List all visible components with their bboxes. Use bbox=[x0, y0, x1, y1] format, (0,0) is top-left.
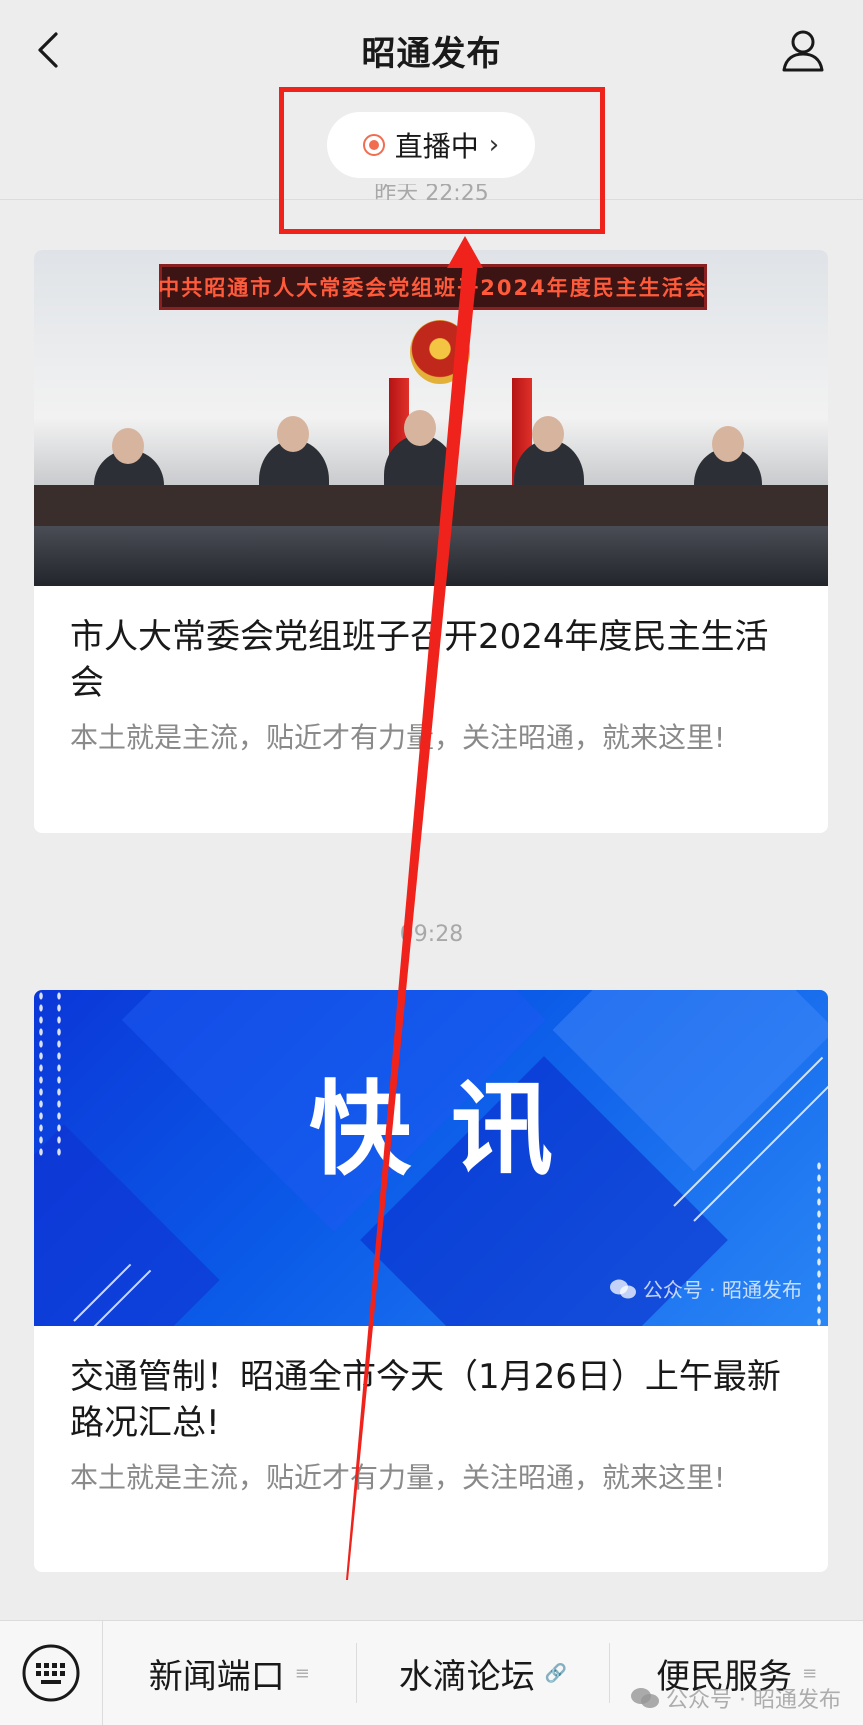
cover-headline: 快讯 bbox=[309, 1071, 593, 1190]
wechat-icon bbox=[631, 1688, 660, 1708]
timestamp: 09:28 bbox=[399, 922, 464, 947]
foreground-audience bbox=[34, 526, 828, 586]
person-head bbox=[112, 428, 144, 464]
keyboard-toggle-button[interactable] bbox=[0, 1620, 103, 1725]
cover-banner: 中共昭通市人大常委会党组班子2024年度民主生活会 bbox=[158, 264, 707, 310]
menu-water-forum[interactable]: 水滴论坛 🔗 bbox=[357, 1643, 611, 1703]
menu-news-port[interactable]: 新闻端口 ≡ bbox=[103, 1643, 357, 1703]
watermark-text: 公众号 · 昭通发布 bbox=[642, 1278, 802, 1302]
person-head bbox=[712, 426, 744, 462]
menu-label: 水滴论坛 bbox=[398, 1656, 535, 1697]
cover-watermark: 公众号 · 昭通发布 bbox=[609, 1274, 802, 1303]
list-icon: ≡ bbox=[802, 1662, 818, 1684]
person-head bbox=[404, 410, 436, 446]
article-cover-image: 快讯 公众号 · 昭通发布 bbox=[34, 990, 828, 1326]
menu-label: 新闻端口 bbox=[148, 1656, 285, 1697]
keyboard-icon bbox=[22, 1644, 80, 1702]
article-cover-image: 中共昭通市人大常委会党组班子2024年度民主生活会 bbox=[34, 250, 828, 586]
article-card[interactable]: 快讯 公众号 · 昭通发布 交通管制！昭通全市今天（1月26日）上午最新路况汇总… bbox=[34, 990, 828, 1572]
bottom-watermark: 公众号 · 昭通发布 bbox=[630, 1682, 841, 1714]
live-indicator-icon bbox=[362, 134, 385, 156]
article-title: 市人大常委会党组班子召开2024年度民主生活会 bbox=[70, 617, 769, 703]
person-head bbox=[532, 416, 564, 452]
link-icon: 🔗 bbox=[544, 1662, 568, 1684]
article-description: 本土就是主流，贴近才有力量，关注昭通，就来这里! bbox=[70, 1461, 726, 1494]
article-description: 本土就是主流，贴近才有力量，关注昭通，就来这里! bbox=[70, 721, 726, 754]
person-icon bbox=[782, 30, 824, 72]
watermark-text: 公众号 · 昭通发布 bbox=[666, 1688, 841, 1713]
article-title: 交通管制！昭通全市今天（1月26日）上午最新路况汇总! bbox=[70, 1357, 781, 1443]
chevron-right-icon: › bbox=[488, 130, 500, 160]
list-icon: ≡ bbox=[294, 1662, 310, 1684]
page-title: 昭通发布 bbox=[361, 34, 502, 74]
profile-button[interactable] bbox=[779, 26, 827, 74]
article-card[interactable]: 中共昭通市人大常委会党组班子2024年度民主生活会 市人大常委会党组班子召开20… bbox=[34, 250, 828, 833]
live-button[interactable]: 直播中 › bbox=[327, 112, 535, 178]
live-label: 直播中 bbox=[394, 130, 479, 163]
national-emblem-icon bbox=[410, 320, 470, 384]
person-head bbox=[277, 416, 309, 452]
wechat-icon bbox=[609, 1279, 636, 1298]
timestamp-partial: 昨天 22:25 bbox=[374, 184, 489, 200]
